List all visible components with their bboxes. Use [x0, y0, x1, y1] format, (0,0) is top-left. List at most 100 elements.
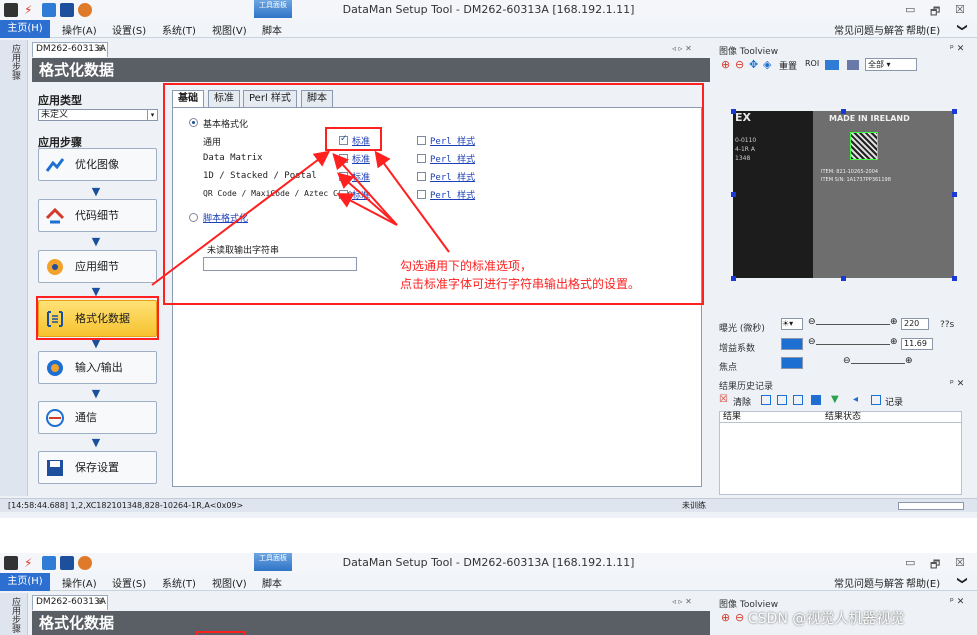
record-icon[interactable] [871, 395, 881, 405]
pin-close-icon[interactable]: ᵖ ✕ [950, 44, 964, 54]
history-title: 结果历史记录 [719, 382, 774, 392]
sound-icon[interactable]: ◂ [853, 394, 858, 405]
view-icon[interactable] [761, 395, 771, 405]
exposure-label: 曝光 (微秒) [719, 324, 765, 334]
clear-button[interactable]: 清除 [733, 395, 751, 408]
focus-mode-button[interactable] [781, 357, 803, 369]
gain-label: 增益系数 [719, 344, 756, 354]
status-train: 未训练 [682, 501, 706, 510]
chevron-down-icon[interactable]: ❯ [957, 576, 968, 584]
minus-icon[interactable]: ⊖ [843, 356, 851, 366]
gain-input[interactable]: 11.69 [901, 338, 933, 350]
image-icon[interactable] [847, 60, 859, 70]
annotation-line-1: 勾选通用下的标准选项， [400, 259, 533, 273]
window-title: DataMan Setup Tool - DM262-60313A [168.1… [342, 556, 635, 569]
monitor-icon[interactable] [825, 60, 839, 70]
record-button[interactable]: 记录 [885, 395, 903, 408]
minimize-button[interactable]: ▭ [905, 556, 915, 569]
tab-settings[interactable]: 设置(S) [112, 575, 146, 590]
datamatrix-code [850, 132, 878, 160]
slider-track [816, 324, 890, 325]
image-text-item2: ITEM S/N: 1A1737PP361198 [821, 177, 891, 183]
image-text-left3: 1348 [735, 155, 751, 162]
zoom-in-icon[interactable]: ⊕ [721, 611, 730, 624]
roi-handle[interactable] [731, 276, 736, 281]
exposure-slider[interactable]: ⊖ ⊕ [808, 317, 898, 330]
filter-icon[interactable]: ▼ [831, 394, 839, 405]
annotation-box [196, 631, 246, 635]
pin-close-icon[interactable]: ᵖ ✕ [950, 597, 964, 607]
plus-icon[interactable]: ⊕ [890, 317, 898, 327]
plus-icon[interactable]: ⊕ [890, 337, 898, 347]
roi-handle[interactable] [952, 109, 957, 114]
col-result[interactable]: 结果 [723, 412, 741, 422]
document-tab[interactable]: DM262-60313A ⊗ [32, 595, 108, 610]
image-toolview-title: 图像 Toolview [719, 47, 779, 57]
history-toolbar: ☒ 清除 ▼ ◂ 记录 [719, 394, 964, 408]
ribbon-tabs: 主页(H) 操作(A) 设置(S) 系统(T) 视图(V) 脚本 常见问题与解答… [0, 573, 977, 591]
close-icon[interactable]: ⊗ [96, 596, 104, 609]
roi-handle[interactable] [731, 192, 736, 197]
list-icon[interactable] [777, 395, 787, 405]
exposure-mode-button[interactable]: ☀▾ [781, 318, 803, 330]
center-icon[interactable]: ◈ [763, 58, 771, 71]
status-log: [14:58:44.688] 1,2,XC182101348,828-10264… [8, 501, 244, 510]
annotation-line-2: 点击标准字体可进行字符串输出格式的设置。 [400, 277, 641, 291]
clear-icon[interactable]: ☒ [719, 394, 728, 405]
columns-icon[interactable] [811, 395, 821, 405]
roi-handle[interactable] [731, 109, 736, 114]
side-strip[interactable]: 应用步骤 [0, 593, 28, 635]
history-list[interactable] [719, 423, 962, 495]
roi-handle[interactable] [841, 109, 846, 114]
main-window: ⚡ 工具面板 DataMan Setup Tool - DM262-60313A… [0, 0, 977, 518]
tab-operation[interactable]: 操作(A) [62, 575, 97, 590]
gain-mode-button[interactable] [781, 338, 803, 350]
all-select[interactable]: 全部 ▾ [865, 58, 917, 71]
tab-system[interactable]: 系统(T) [162, 575, 196, 590]
label-sticker [813, 111, 954, 278]
progress-bar [898, 502, 964, 510]
image-text-made: MADE IN IRELAND [829, 114, 910, 123]
zoom-out-icon[interactable]: ⊖ [735, 611, 744, 624]
minus-icon[interactable]: ⊖ [808, 337, 816, 347]
camera-image[interactable]: MADE IN IRELAND EX 0-0110 4-1R A 1348 IT… [733, 111, 954, 278]
tab-home[interactable]: 主页(H) [0, 573, 50, 591]
focus-slider[interactable]: ⊖ ⊕ [843, 356, 913, 369]
help-menu[interactable]: 帮助(E) [906, 575, 940, 590]
pan-icon[interactable]: ✥ [749, 58, 758, 71]
quick-access-bar: ⚡ 工具面板 DataMan Setup Tool - DM262-60313A… [0, 553, 977, 573]
tab-script[interactable]: 脚本 [262, 575, 282, 590]
tab-view[interactable]: 视图(V) [212, 575, 247, 590]
image-text-ex: EX [735, 111, 751, 124]
page-title: 格式化数据 [32, 611, 710, 635]
main-window-duplicate: ⚡ 工具面板 DataMan Setup Tool - DM262-60313A… [0, 553, 977, 635]
roi-button[interactable]: ROI [805, 59, 819, 68]
side-strip-label: 应用步骤 [10, 597, 20, 633]
col-status[interactable]: 结果状态 [825, 412, 861, 422]
document-tab-label: DM262-60313A [36, 597, 106, 607]
image-text-left1: 0-0110 [735, 137, 757, 144]
tab-nav-icons[interactable]: ◃ ▹ ✕ [672, 597, 692, 606]
slider-track [851, 363, 905, 364]
pin-close-icon[interactable]: ᵖ ✕ [950, 379, 964, 389]
roi-handle[interactable] [841, 276, 846, 281]
reset-button[interactable]: 重置 [779, 59, 797, 72]
gain-slider[interactable]: ⊖ ⊕ [808, 337, 898, 350]
roi-handle[interactable] [952, 192, 957, 197]
grid-icon[interactable] [793, 395, 803, 405]
roi-handle[interactable] [952, 276, 957, 281]
zoom-in-icon[interactable]: ⊕ [721, 58, 730, 71]
close-button[interactable]: ☒ [955, 556, 965, 569]
minus-icon[interactable]: ⊖ [808, 317, 816, 327]
status-bar: [14:58:44.688] 1,2,XC182101348,828-10264… [0, 498, 977, 512]
image-toolbar: ⊕ ⊖ ✥ ◈ 重置 ROI 全部 ▾ [719, 58, 964, 74]
exposure-input[interactable]: 220 [901, 318, 929, 330]
slider-track [816, 344, 890, 345]
plus-icon[interactable]: ⊕ [905, 356, 913, 366]
faq-link[interactable]: 常见问题与解答 [834, 575, 904, 590]
focus-label: 焦点 [719, 363, 738, 373]
watermark: CSDN @视觉人机器视觉 [748, 611, 905, 627]
all-select-value: 全部 [868, 60, 884, 69]
image-text-left2: 4-1R A [735, 146, 755, 153]
zoom-out-icon[interactable]: ⊖ [735, 58, 744, 71]
